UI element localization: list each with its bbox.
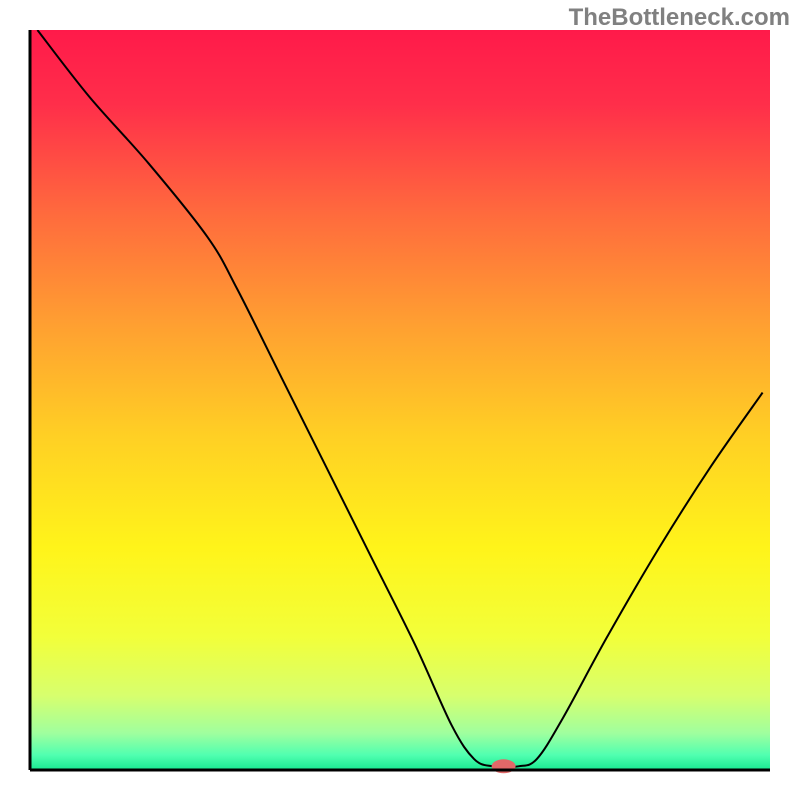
chart-container: TheBottleneck.com <box>0 0 800 800</box>
bottleneck-chart <box>0 0 800 800</box>
gradient-background <box>30 30 770 770</box>
plot-area <box>30 30 770 773</box>
watermark-text: TheBottleneck.com <box>569 4 790 32</box>
